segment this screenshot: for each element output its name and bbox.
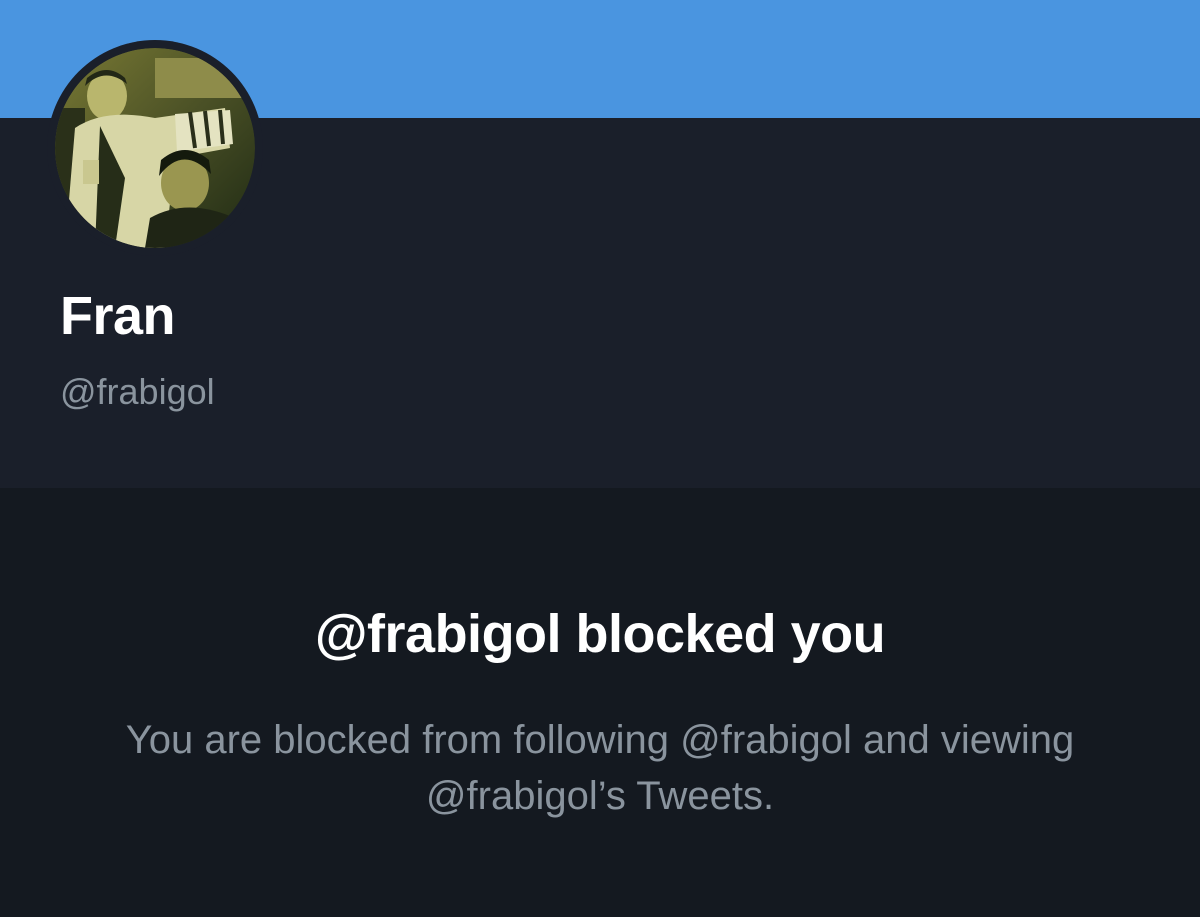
- blocked-description: You are blocked from following @frabigol…: [125, 718, 1075, 818]
- avatar-photo: [55, 48, 255, 248]
- blocked-title: @frabigol blocked you: [314, 604, 886, 664]
- profile-handle: @frabigol: [60, 371, 215, 412]
- avatar[interactable]: [47, 40, 263, 256]
- blocked-notice: [0, 488, 1200, 917]
- display-name: Fran: [60, 286, 176, 346]
- profile-page: Fran @frabigol @frabigol blocked you You…: [0, 0, 1200, 917]
